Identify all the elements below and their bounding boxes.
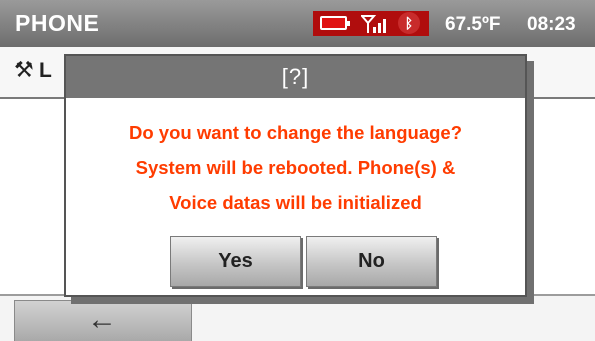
subheader-label: L bbox=[39, 59, 52, 82]
dialog-message-line: System will be rebooted. Phone(s) & bbox=[135, 157, 456, 178]
status-icons: ᛒ bbox=[313, 11, 429, 36]
app-title: PHONE bbox=[15, 10, 100, 36]
battery-icon bbox=[320, 16, 350, 30]
bluetooth-icon: ᛒ bbox=[398, 12, 420, 34]
top-status-bar: PHONE ᛒ 67.5ºF 08:23 bbox=[0, 0, 595, 47]
yes-button[interactable]: Yes bbox=[170, 236, 301, 287]
back-button[interactable]: ← bbox=[14, 300, 192, 341]
back-arrow-icon: ← bbox=[87, 303, 117, 336]
dialog-message-line: Voice datas will be initialized bbox=[169, 192, 422, 213]
phone-screen: PHONE ᛒ 67.5ºF 08:23 ⚒ L ← [?] Do you wa… bbox=[0, 0, 595, 341]
language-change-dialog: [?] Do you want to change the language? … bbox=[64, 54, 527, 297]
dialog-title: [?] bbox=[66, 56, 525, 98]
temperature-readout: 67.5ºF bbox=[445, 14, 501, 35]
no-button[interactable]: No bbox=[306, 236, 437, 287]
settings-icon: ⚒ bbox=[14, 57, 34, 82]
signal-icon bbox=[361, 15, 386, 33]
clock: 08:23 bbox=[527, 14, 576, 35]
dialog-message-line: Do you want to change the language? bbox=[128, 122, 463, 143]
